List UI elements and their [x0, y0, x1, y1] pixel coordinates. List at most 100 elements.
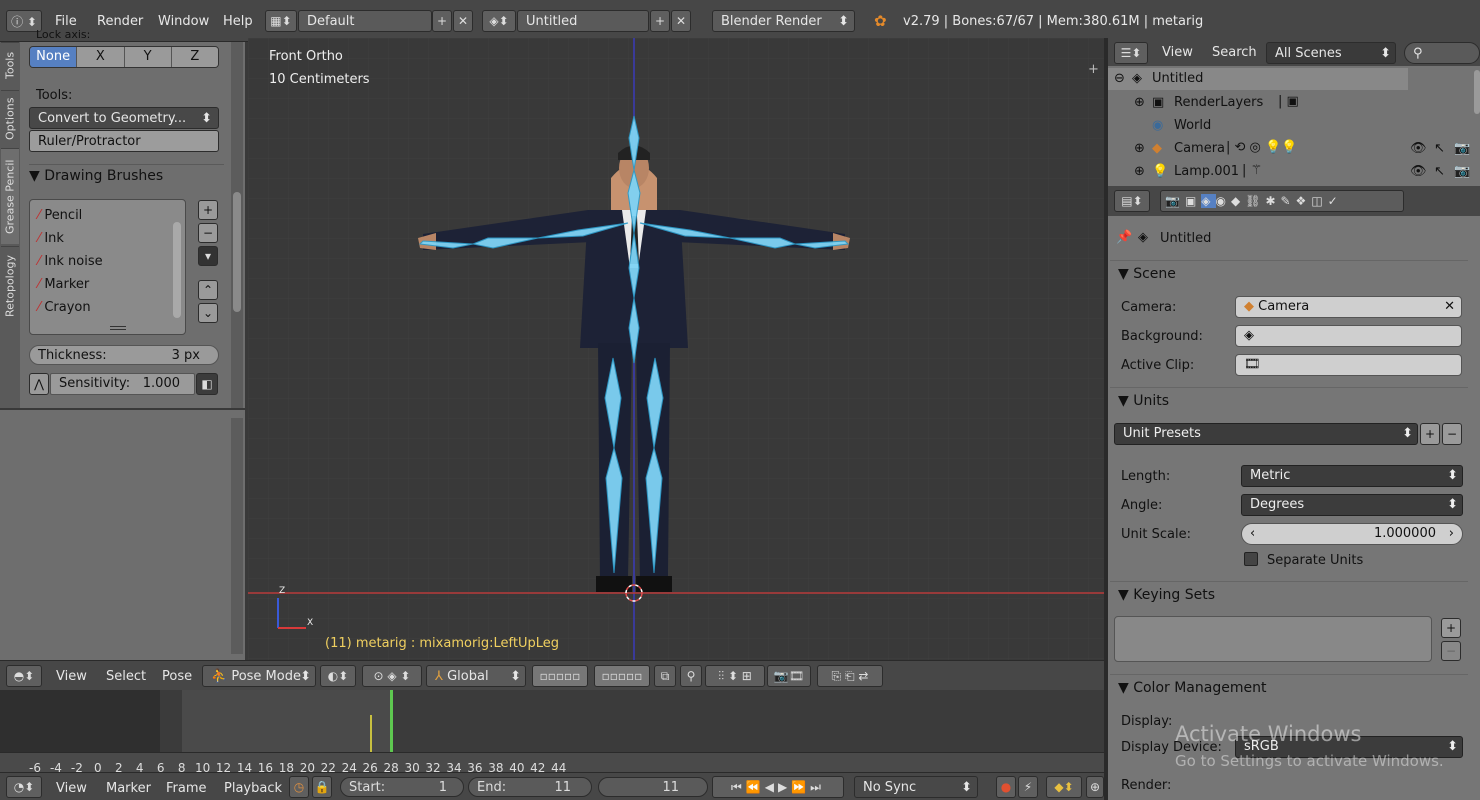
- start-frame-field[interactable]: Start: 1: [340, 777, 464, 797]
- list-item[interactable]: ⁄ Ink noise: [38, 254, 103, 269]
- end-frame-field[interactable]: End: 11: [468, 777, 592, 797]
- scene-name-field[interactable]: Untitled: [517, 10, 649, 32]
- area-divider[interactable]: [1104, 38, 1108, 800]
- tab-options[interactable]: Options: [1, 90, 19, 146]
- pressure-toggle-icon[interactable]: ◧: [196, 373, 218, 395]
- thickness-field[interactable]: Thickness: 3 px: [29, 345, 219, 365]
- sensitivity-curve-icon[interactable]: ⋀: [29, 373, 49, 395]
- context-tabs[interactable]: 📷▣ ◈ ◉◆⛓✱✎❖◫✓: [1160, 190, 1404, 212]
- unit-presets-select[interactable]: Unit Presets ⬍: [1114, 423, 1418, 445]
- sync-mode-select[interactable]: No Sync ⬍: [854, 776, 978, 798]
- snap-element-icon[interactable]: ⫶⫶ ⬍ ⊞: [705, 665, 765, 687]
- outliner-scrollbar[interactable]: [1474, 70, 1480, 114]
- render-engine-select[interactable]: Blender Render ⬍: [712, 10, 855, 32]
- keying-sets-panel-header[interactable]: ▼ Keying Sets: [1110, 581, 1468, 607]
- keying-sets-list[interactable]: [1114, 616, 1432, 662]
- tree-item-untitled[interactable]: ⊖ ◈ Untitled: [1108, 68, 1408, 90]
- add-layout-button[interactable]: +: [432, 10, 452, 32]
- visibility-eye-icon[interactable]: 👁: [1410, 164, 1427, 179]
- menu-file[interactable]: File: [55, 14, 77, 29]
- timeline-menu-playback[interactable]: Playback: [224, 781, 282, 796]
- outliner-menu-view[interactable]: View: [1162, 45, 1193, 60]
- convert-to-geometry-select[interactable]: Convert to Geometry... ⬍: [29, 107, 219, 129]
- current-frame-line[interactable]: [390, 690, 393, 752]
- viewport-shading-button[interactable]: ◐⬍: [320, 665, 356, 687]
- sensitivity-field[interactable]: Sensitivity: 1.000: [50, 373, 195, 395]
- menu-view[interactable]: View: [56, 669, 87, 684]
- list-scrollbar[interactable]: [173, 222, 181, 318]
- tab-grease-pencil[interactable]: Grease Pencil: [1, 148, 19, 244]
- list-item[interactable]: ⁄ Crayon: [38, 300, 91, 315]
- lock-axis-y[interactable]: Y: [123, 47, 171, 67]
- add-preset-button[interactable]: +: [1420, 423, 1440, 445]
- move-up-button[interactable]: ⌃: [198, 280, 218, 300]
- outliner-search-input[interactable]: ⚲: [1404, 42, 1480, 64]
- add-keying-set-button[interactable]: +: [1441, 618, 1461, 638]
- select-arrow-icon[interactable]: ↖: [1434, 164, 1445, 179]
- unit-scale-field[interactable]: ‹ 1.000000 ›: [1241, 523, 1463, 545]
- outliner-menu-search[interactable]: Search: [1212, 45, 1257, 60]
- select-arrow-icon[interactable]: ↖: [1434, 141, 1445, 156]
- timeline-area[interactable]: [0, 690, 1104, 772]
- proportional-edit-icon[interactable]: ⚲: [680, 665, 702, 687]
- mode-select[interactable]: ⛹ Pose Mode ⬍: [202, 665, 316, 687]
- add-brush-button[interactable]: +: [198, 200, 218, 220]
- render-camera-icon[interactable]: 📷: [1454, 164, 1470, 179]
- pin-icon[interactable]: 📌: [1116, 230, 1132, 245]
- current-frame-field[interactable]: 11: [598, 777, 708, 797]
- background-field[interactable]: ◈: [1235, 325, 1462, 347]
- layout-name-field[interactable]: Default: [298, 10, 432, 32]
- lock-axis-x[interactable]: X: [76, 47, 124, 67]
- tree-item-renderlayers[interactable]: ⊕ ▣ RenderLayers | ▣: [1108, 92, 1408, 114]
- tree-item-lamp[interactable]: ⊕ 💡 Lamp.001 | ⚚ 👁 ↖ 📷: [1108, 161, 1480, 183]
- brush-specials-button[interactable]: ▾: [198, 246, 218, 266]
- remove-preset-button[interactable]: −: [1442, 423, 1462, 445]
- record-keyframe-icon[interactable]: ●: [996, 776, 1016, 798]
- region-toggle-icon[interactable]: +: [1088, 62, 1099, 77]
- layer-buttons-1[interactable]: ▫▫▫▫▫: [532, 665, 588, 687]
- separate-units-checkbox[interactable]: [1244, 552, 1258, 566]
- menu-render[interactable]: Render: [97, 14, 143, 29]
- render-camera-icon[interactable]: 📷: [1454, 141, 1470, 156]
- transform-orientation-select[interactable]: ⅄ Global ⬍: [426, 665, 526, 687]
- render-preview-icon[interactable]: 📷🎞: [767, 665, 811, 687]
- angle-select[interactable]: Degrees ⬍: [1241, 494, 1463, 516]
- preview-range-icon[interactable]: ◷: [289, 776, 309, 798]
- playback-controls[interactable]: ⏮⏪◀▶⏩⏭: [712, 776, 844, 798]
- timeline-menu-view[interactable]: View: [56, 781, 87, 796]
- list-item[interactable]: ⁄ Pencil: [38, 208, 82, 223]
- remove-scene-button[interactable]: ✕: [671, 10, 691, 32]
- 3d-viewport[interactable]: Front Ortho 10 Centimeters Z X (11) meta…: [248, 38, 1104, 660]
- layout-icon[interactable]: ▦⬍: [265, 10, 297, 32]
- outliner-editor-type[interactable]: ☰⬍: [1114, 42, 1148, 64]
- remove-brush-button[interactable]: −: [198, 223, 218, 243]
- display-mode-select[interactable]: All Scenes ⬍: [1266, 42, 1396, 64]
- remove-layout-button[interactable]: ✕: [453, 10, 473, 32]
- ruler-protractor-button[interactable]: Ruler/Protractor: [29, 130, 219, 152]
- length-select[interactable]: Metric ⬍: [1241, 465, 1463, 487]
- list-item[interactable]: ⁄ Marker: [38, 277, 89, 292]
- timeline-menu-frame[interactable]: Frame: [166, 781, 207, 796]
- keying-set-icon[interactable]: ◆⬍: [1046, 776, 1082, 798]
- menu-window[interactable]: Window: [158, 14, 209, 29]
- insert-keyframe-icon[interactable]: ⊕: [1086, 776, 1104, 798]
- add-scene-button[interactable]: +: [650, 10, 670, 32]
- properties-editor-type[interactable]: ▤⬍: [1114, 190, 1150, 212]
- timeline-menu-marker[interactable]: Marker: [106, 781, 151, 796]
- active-clip-field[interactable]: 🎞: [1235, 354, 1462, 376]
- tab-retopology[interactable]: Retopology: [1, 246, 19, 326]
- scene-panel-header[interactable]: ▼ Scene: [1110, 260, 1468, 286]
- timeline-editor-type[interactable]: ◔⬍: [6, 776, 42, 798]
- lock-range-icon[interactable]: 🔒: [312, 776, 332, 798]
- drawing-brushes-header[interactable]: ▼ Drawing Brushes: [29, 164, 224, 186]
- list-item[interactable]: ⁄ Ink: [38, 231, 64, 246]
- tool-shelf-scrollbar[interactable]: [231, 42, 243, 408]
- tree-item-camera[interactable]: ⊕ ◆ Camera | ⟲ ◎ 💡💡 👁 ↖ 📷: [1108, 138, 1480, 160]
- scene-icon[interactable]: ◈⬍: [482, 10, 516, 32]
- lock-axis-z[interactable]: Z: [170, 47, 218, 67]
- auto-keying-icon[interactable]: ⚡: [1018, 776, 1038, 798]
- units-panel-header[interactable]: ▼ Units: [1110, 387, 1468, 413]
- layer-buttons-2[interactable]: ▫▫▫▫▫: [594, 665, 650, 687]
- pose-copy-paste-icon[interactable]: ⎘ ⎗ ⇄: [817, 665, 883, 687]
- tab-tools[interactable]: Tools: [1, 42, 19, 88]
